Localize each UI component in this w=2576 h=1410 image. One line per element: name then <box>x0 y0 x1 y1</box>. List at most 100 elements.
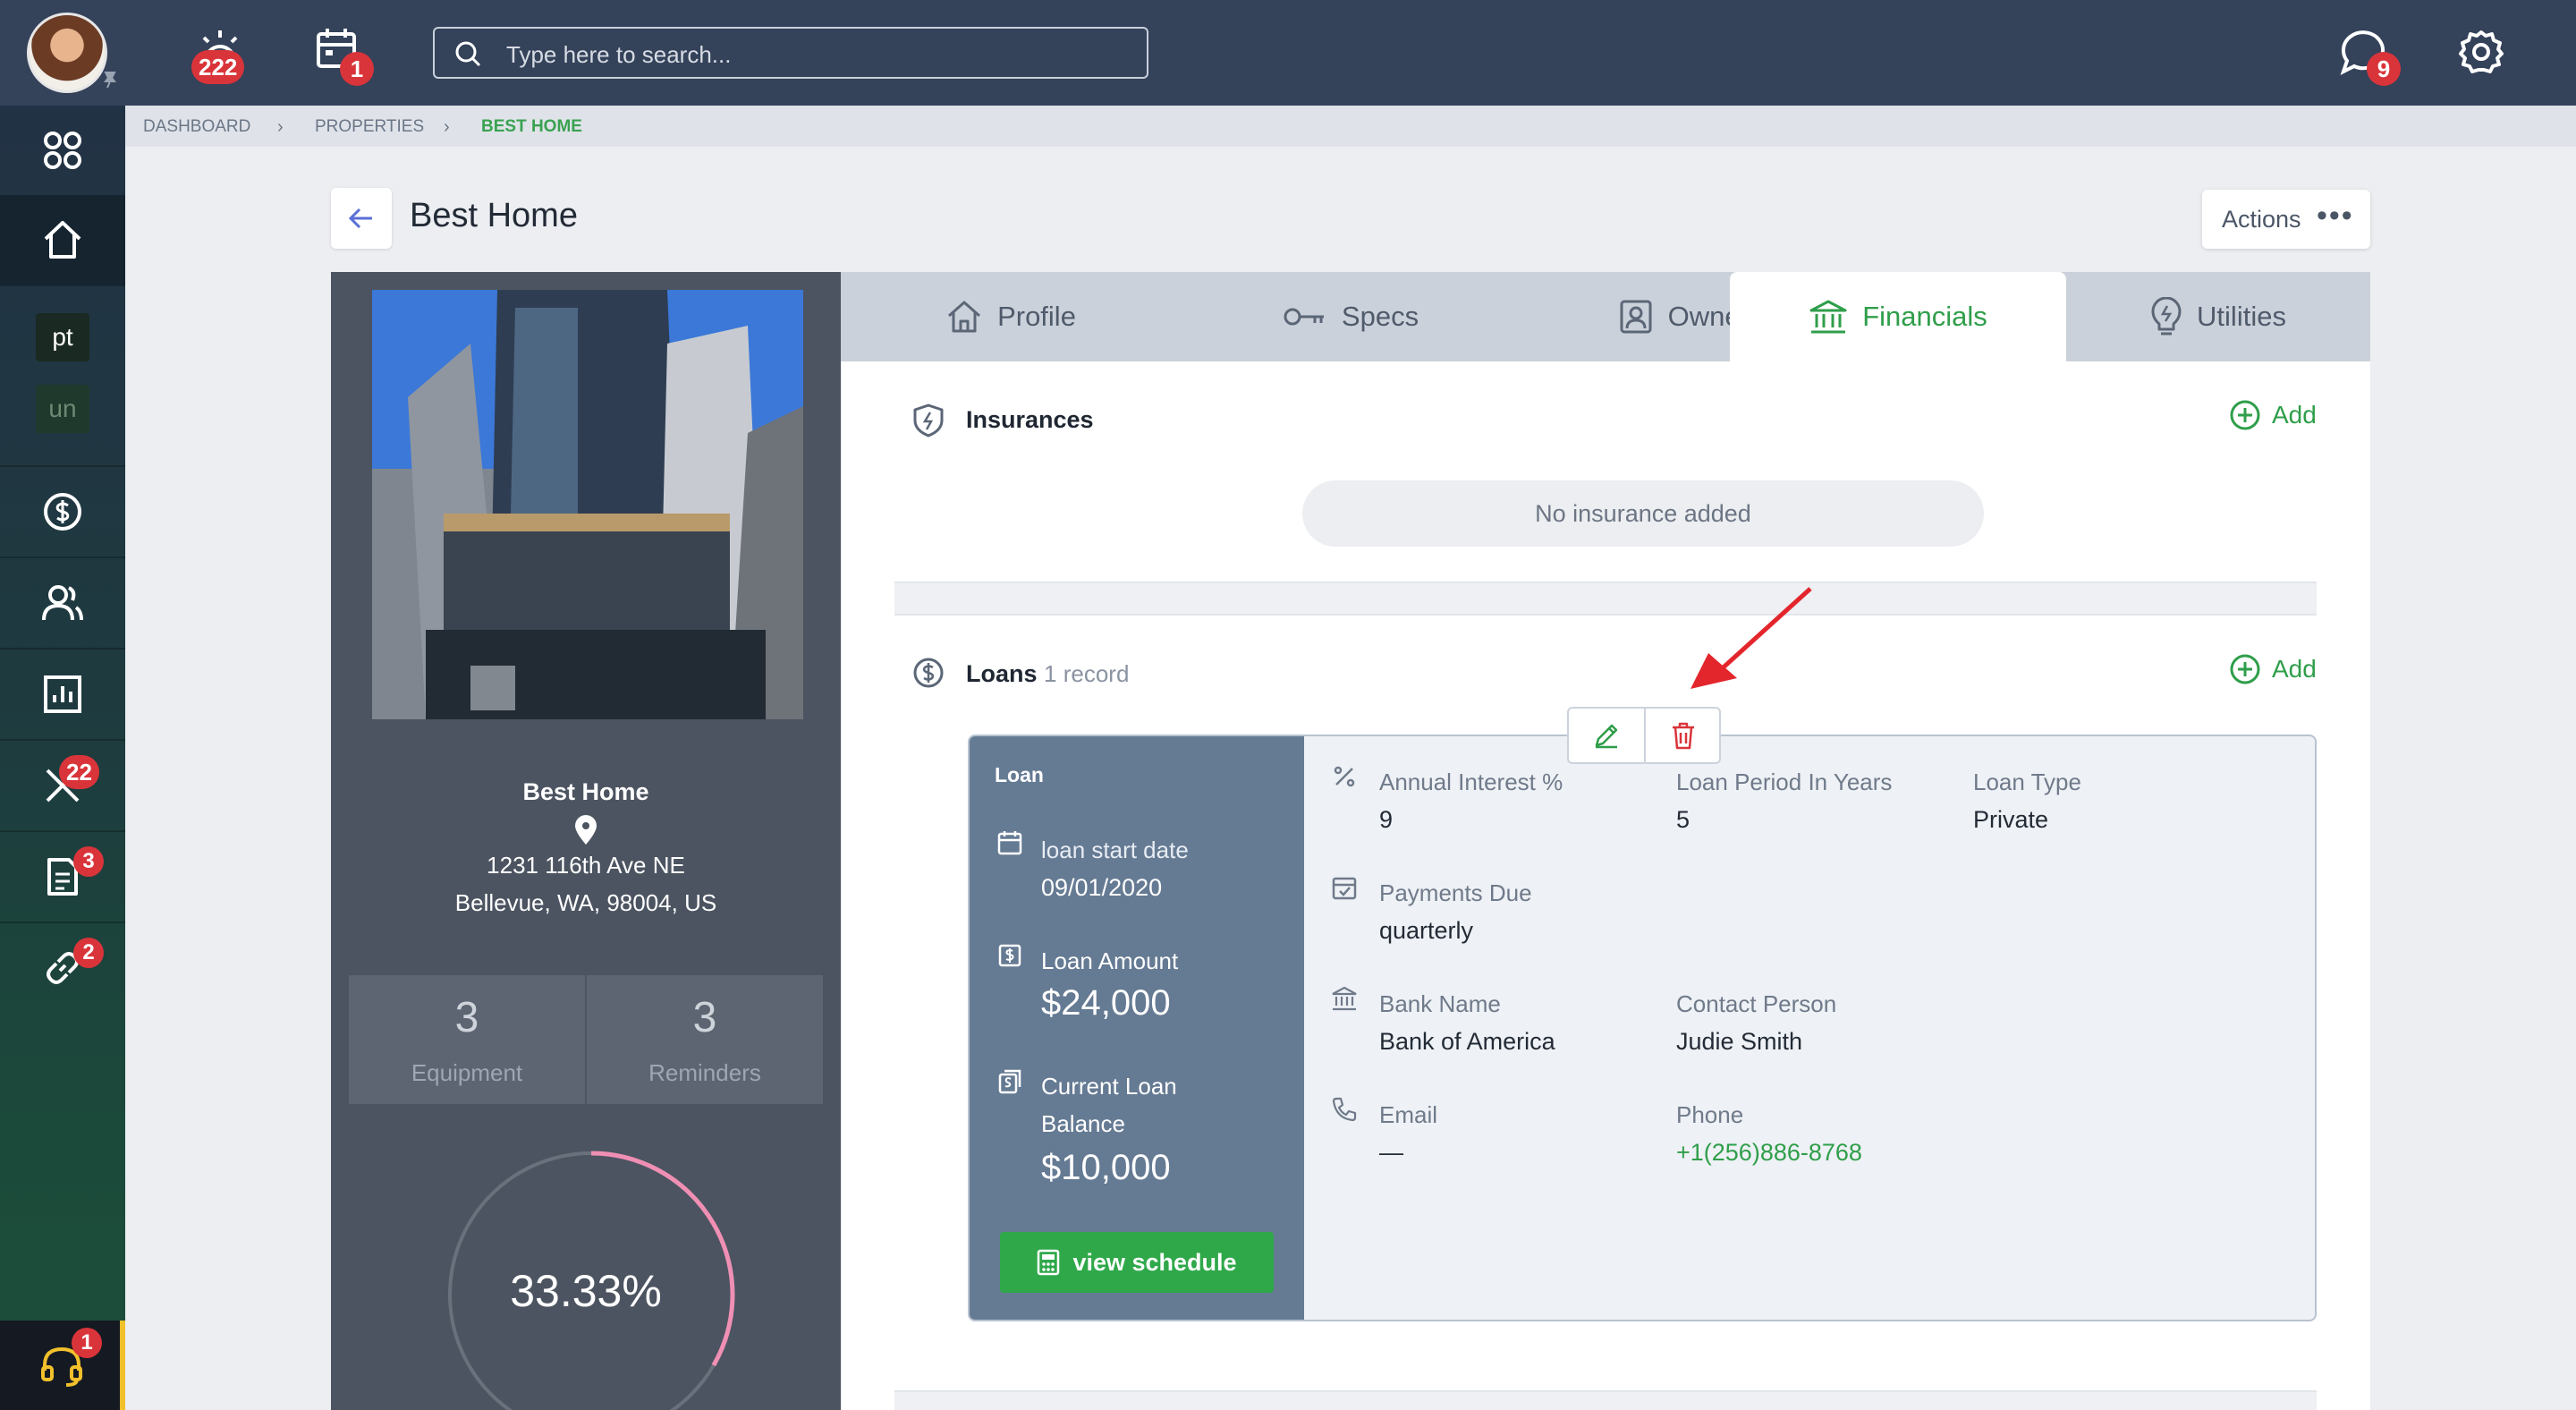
pencil-icon <box>1595 724 1618 749</box>
support-badge: 1 <box>72 1328 102 1358</box>
links-badge: 2 <box>73 938 104 968</box>
loan-start-date-label: loan start date <box>1041 837 1189 863</box>
breadcrumb-chevron-icon: › <box>444 117 450 137</box>
balance-icon <box>998 1069 1021 1094</box>
tab-profile[interactable]: Profile <box>841 272 1181 361</box>
bank-name-value: Bank of America <box>1379 1028 1555 1055</box>
tab-financials[interactable]: Financials <box>1730 272 2066 361</box>
annotation-arrow <box>1690 587 1812 689</box>
equipment-label: Equipment <box>411 1059 523 1086</box>
calendar-check-icon <box>1332 877 1357 900</box>
add-loan-button[interactable]: Add <box>2229 653 2317 685</box>
sidebar: pt un 22 3 2 <box>0 106 125 1410</box>
property-card: Best Home 1231 116th Ave NE Bellevue, WA… <box>331 272 841 1410</box>
search-icon <box>454 40 481 72</box>
house-icon <box>948 301 981 333</box>
breadcrumb-properties[interactable]: PROPERTIES <box>315 117 424 137</box>
bank-name-label: Bank Name <box>1379 990 1501 1017</box>
search-input[interactable]: Type here to search... <box>506 41 731 69</box>
calculator-icon <box>1038 1249 1060 1276</box>
reminders-label: Reminders <box>648 1059 761 1086</box>
contact-person-label: Contact Person <box>1676 990 1837 1017</box>
phone-label: Phone <box>1676 1101 1744 1128</box>
breadcrumb: DASHBOARD › PROPERTIES › BEST HOME <box>125 106 2576 147</box>
add-insurance-button[interactable]: Add <box>2229 399 2317 431</box>
dollar-icon <box>44 493 81 531</box>
bank-icon <box>1809 300 1847 334</box>
more-dots-icon: ••• <box>2317 199 2354 233</box>
apps-grid-icon <box>44 132 81 169</box>
reminders-stat[interactable]: 3 Reminders <box>587 975 823 1104</box>
contact-person-value: Judie Smith <box>1676 1028 1803 1055</box>
users-icon <box>42 585 83 621</box>
annual-interest-label: Annual Interest % <box>1379 769 1563 795</box>
contact-icon <box>1620 300 1652 334</box>
notifications-badge: 222 <box>191 50 245 84</box>
delete-loan-button[interactable] <box>1646 709 1721 762</box>
gear-icon[interactable] <box>2454 25 2508 79</box>
property-name: Best Home <box>522 778 649 805</box>
key-icon <box>1284 308 1324 326</box>
loan-type-label: Loan Type <box>1973 769 2081 795</box>
loans-title: Loans <box>966 660 1038 687</box>
loans-count: 1 record <box>1044 660 1130 687</box>
loan-amount-label: Loan Amount <box>1041 947 1179 974</box>
sidebar-item-apps[interactable] <box>0 106 125 195</box>
dollar-circle-icon <box>913 658 944 688</box>
sidebar-item-reports[interactable] <box>0 650 125 739</box>
financials-panel: Insurances Add No insurance added Loans … <box>841 361 2370 1410</box>
top-bar: 222 1 Type here to search... 9 <box>0 0 2576 106</box>
loan-header: Loan <box>995 763 1044 786</box>
back-button[interactable] <box>331 188 392 249</box>
sidebar-item-contacts[interactable] <box>0 558 125 648</box>
tools-badge: 22 <box>59 755 99 789</box>
support-button[interactable]: 1 <box>0 1321 125 1410</box>
breadcrumb-chevron-icon: › <box>277 117 284 137</box>
tab-utilities[interactable]: Utilities <box>2066 272 2370 361</box>
sidebar-item-documents[interactable] <box>0 832 125 922</box>
calendar-icon <box>997 831 1022 855</box>
shield-icon <box>913 403 944 437</box>
tab-profile-label: Profile <box>997 301 1076 332</box>
money-icon <box>998 944 1021 967</box>
insurances-title: Insurances <box>966 406 1094 433</box>
loan-period-label: Loan Period In Years <box>1676 769 1893 795</box>
user-avatar[interactable] <box>27 13 107 93</box>
documents-badge: 3 <box>73 846 104 877</box>
sidebar-chip-un[interactable]: un <box>36 385 89 433</box>
sidebar-item-finance[interactable] <box>0 467 125 556</box>
search-box[interactable]: Type here to search... <box>433 27 1148 79</box>
calendar-badge: 1 <box>340 52 374 86</box>
percent-icon <box>1334 766 1355 787</box>
loan-type-value: Private <box>1973 806 2049 833</box>
phone-link[interactable]: +1(256)886-8768 <box>1676 1139 1862 1167</box>
phone-icon <box>1332 1097 1357 1122</box>
sidebar-chip-pt[interactable]: pt <box>36 313 89 361</box>
sidebar-item-links[interactable] <box>0 923 125 1013</box>
sidebar-item-maintenance[interactable] <box>0 741 125 830</box>
plus-circle-icon <box>2230 400 2260 430</box>
section-divider <box>894 582 2317 616</box>
breadcrumb-current: BEST HOME <box>481 117 582 136</box>
chart-icon <box>44 675 81 713</box>
no-insurance-message: No insurance added <box>1302 480 1984 547</box>
property-photo <box>372 290 803 719</box>
actions-button[interactable]: Actions ••• <box>2202 190 2370 249</box>
equipment-stat[interactable]: 3 Equipment <box>349 975 585 1104</box>
property-address-line1: 1231 116th Ave NE <box>487 852 685 879</box>
current-balance-label-1: Current Loan <box>1041 1073 1177 1100</box>
loan-row-actions <box>1567 707 1721 764</box>
tab-specs[interactable]: Specs <box>1181 272 1521 361</box>
property-address-line2: Bellevue, WA, 98004, US <box>454 889 717 916</box>
bank-icon <box>1332 986 1357 1011</box>
view-schedule-button[interactable]: view schedule <box>1000 1232 1274 1293</box>
plus-circle-icon <box>2230 654 2260 684</box>
add-loan-label: Add <box>2272 655 2317 683</box>
tab-specs-label: Specs <box>1341 301 1419 332</box>
edit-loan-button[interactable] <box>1569 709 1644 762</box>
breadcrumb-dashboard[interactable]: DASHBOARD <box>143 117 250 137</box>
loan-summary: Loan loan start date 09/01/2020 Loan Amo… <box>970 736 1304 1320</box>
arrow-left-icon <box>348 208 372 229</box>
loans-title-row: Loans 1 record <box>966 660 1129 688</box>
sidebar-item-home[interactable] <box>0 195 125 285</box>
